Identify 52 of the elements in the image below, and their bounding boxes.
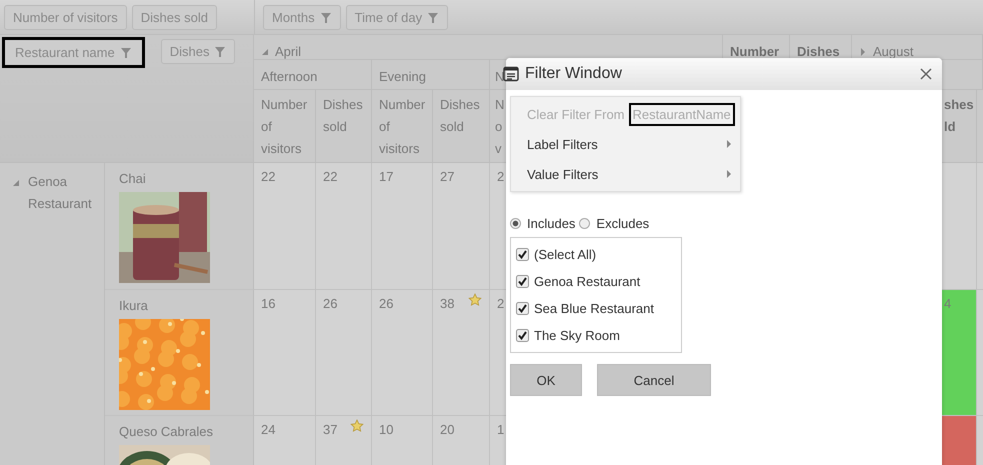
filter-icon[interactable] — [214, 46, 226, 58]
header-label: April — [275, 43, 302, 59]
cell-value: 38 — [440, 296, 454, 312]
checkbox[interactable] — [516, 302, 529, 315]
filter-icon[interactable] — [120, 46, 132, 58]
cell-value: 26 — [379, 296, 394, 312]
column-header: Number of visitors — [254, 90, 316, 163]
header-label: Ikura — [119, 297, 148, 315]
expand-icon[interactable] — [261, 48, 269, 56]
cell-value: 22 — [323, 169, 338, 185]
column-header: shes ld — [940, 90, 977, 163]
cell-value: 26 — [323, 296, 338, 312]
radio-button[interactable] — [510, 218, 521, 229]
radio-button[interactable] — [579, 218, 590, 229]
cell-value: 24 — [261, 422, 276, 438]
column-header: Dishes sold — [433, 90, 490, 163]
header-label: Queso Cabrales — [119, 423, 213, 441]
column-header: Afternoon — [254, 60, 372, 90]
cell-value: 16 — [261, 296, 276, 312]
cancel-button[interactable]: Cancel — [597, 364, 711, 396]
radio-option[interactable]: Excludes — [579, 216, 650, 231]
checkbox-item[interactable]: (Select All) — [511, 241, 681, 268]
expand-icon[interactable] — [859, 48, 867, 56]
checkbox-item[interactable]: The Sky Room — [511, 322, 681, 349]
cell-value: 27 — [440, 169, 454, 185]
cell-value: 10 — [379, 422, 394, 438]
filter-icon[interactable] — [427, 12, 440, 24]
submenu-arrow-icon — [726, 140, 732, 148]
cell-value: 22 — [261, 169, 276, 185]
checkbox[interactable] — [516, 248, 529, 261]
submenu-arrow-icon — [726, 170, 732, 178]
filter-icon[interactable] — [320, 12, 332, 24]
cell-value: 37 — [323, 422, 338, 438]
header-label: Chai — [119, 170, 146, 188]
column-header: Evening — [372, 60, 490, 90]
field-name: RestaurantName — [628, 102, 735, 126]
close-icon[interactable] — [920, 68, 932, 80]
column-header: Dishes sold — [316, 90, 372, 163]
cell-value: 17 — [379, 169, 394, 185]
radio-option[interactable]: Includes — [510, 216, 576, 231]
checkbox-item[interactable]: Sea Blue Restaurant — [511, 295, 681, 322]
expand-icon[interactable] — [12, 179, 20, 187]
checkbox[interactable] — [516, 275, 529, 288]
window-title: Filter Window — [525, 65, 622, 83]
checkbox[interactable] — [516, 329, 529, 342]
table-cell: 4 — [940, 290, 977, 416]
cell-value: 20 — [440, 422, 454, 438]
ok-button[interactable]: OK — [510, 364, 582, 396]
header-label: August — [873, 43, 914, 59]
header-label: Genoa Restaurant — [28, 173, 92, 213]
window-icon — [503, 66, 519, 82]
column-header: Number of visitors — [372, 90, 433, 163]
